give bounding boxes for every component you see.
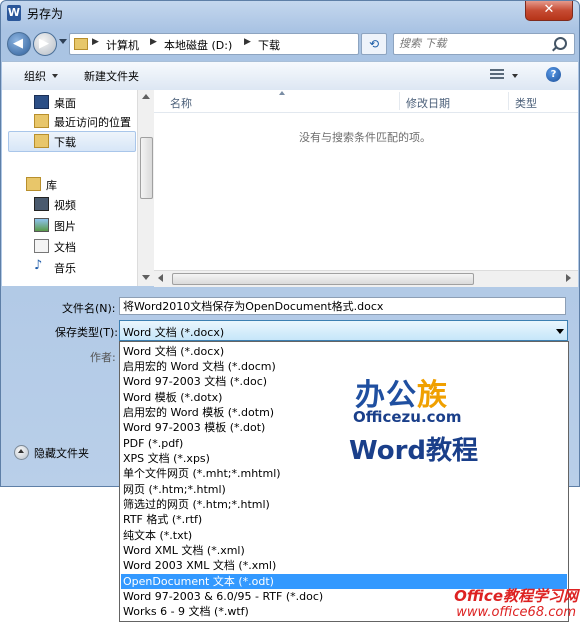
- collapse-icon: [14, 445, 29, 460]
- breadcrumb-separator[interactable]: ▶: [150, 37, 157, 47]
- sidebar-item-label: 桌面: [54, 97, 76, 110]
- library-icon: [26, 177, 41, 191]
- sidebar-item-label: 下载: [54, 136, 76, 149]
- sidebar-item-label: 图片: [54, 220, 76, 233]
- sidebar-item-label: 音乐: [54, 262, 76, 275]
- pictures-icon: [34, 218, 49, 232]
- scroll-right-icon[interactable]: [566, 274, 571, 282]
- back-button[interactable]: ◀: [7, 32, 31, 56]
- site-watermark-url: www.office68.com: [456, 605, 576, 620]
- chevron-down-icon[interactable]: [52, 74, 58, 78]
- sidebar-item-videos[interactable]: 视频: [8, 194, 134, 213]
- author-label: 作者:: [90, 351, 116, 364]
- view-options-icon[interactable]: [490, 69, 504, 81]
- breadcrumb-computer[interactable]: 计算机: [106, 37, 139, 53]
- filetype-option[interactable]: 筛选过的网页 (*.htm;*.html): [121, 497, 567, 512]
- nav-pane-scrollbar[interactable]: [137, 90, 154, 286]
- column-header-type[interactable]: 类型: [515, 95, 537, 111]
- breadcrumb-local-disk[interactable]: 本地磁盘 (D:): [164, 37, 232, 53]
- file-list-pane: 名称 修改日期 类型 没有与搜索条件匹配的项。: [154, 90, 578, 287]
- scroll-left-icon[interactable]: [158, 274, 163, 282]
- window-title: 另存为: [27, 7, 64, 21]
- filetype-option[interactable]: 网页 (*.htm;*.html): [121, 482, 567, 497]
- hide-folders-label: 隐藏文件夹: [34, 447, 89, 460]
- search-box[interactable]: [393, 33, 575, 55]
- officezu-watermark-logo: 办公族 Officezu.com Word教程: [343, 370, 478, 470]
- back-arrow-icon: ◀: [13, 36, 23, 51]
- site-watermark-title: Office教程学习网: [454, 587, 578, 605]
- refresh-button[interactable]: ⟲: [361, 33, 387, 55]
- column-header-name[interactable]: 名称: [170, 95, 192, 111]
- filename-field[interactable]: [119, 297, 566, 315]
- navigation-pane: 桌面 最近访问的位置 下载 库 视频 图片 文档 ♪ 音乐: [2, 90, 154, 286]
- recent-places-icon: [34, 114, 49, 128]
- new-folder-button[interactable]: 新建文件夹: [84, 68, 139, 84]
- breadcrumb-separator[interactable]: ▶: [244, 37, 251, 47]
- sidebar-item-label: 文档: [54, 241, 76, 254]
- toolbar: 组织 新建文件夹 ?: [2, 61, 578, 91]
- downloads-icon: [34, 134, 49, 148]
- breadcrumb-downloads[interactable]: 下载: [258, 37, 280, 53]
- sidebar-item-downloads[interactable]: 下载: [8, 131, 136, 152]
- breadcrumb-separator[interactable]: ▶: [92, 37, 99, 47]
- forward-arrow-icon: ▶: [39, 36, 49, 51]
- logo-word-tutorial: Word教程: [349, 436, 479, 466]
- sidebar-item-desktop[interactable]: 桌面: [8, 92, 134, 111]
- sidebar-item-pictures[interactable]: 图片: [8, 215, 134, 234]
- sidebar-item-libraries[interactable]: 库: [8, 174, 134, 193]
- word-app-icon: W: [7, 5, 21, 21]
- sidebar-item-label: 库: [46, 179, 57, 192]
- column-header-row: 名称 修改日期 类型: [154, 90, 578, 113]
- file-list-horizontal-scrollbar[interactable]: [154, 270, 578, 287]
- browser-content: 桌面 最近访问的位置 下载 库 视频 图片 文档 ♪ 音乐 名称 修改日期 类型…: [2, 90, 578, 287]
- address-bar[interactable]: ▶ 计算机 ▶ 本地磁盘 (D:) ▶ 下载: [69, 33, 418, 55]
- filetype-option[interactable]: 纯文本 (*.txt): [121, 528, 567, 543]
- site-watermark: Office教程学习网 www.office68.com: [436, 585, 580, 625]
- desktop-icon: [34, 95, 49, 109]
- chevron-down-icon[interactable]: [556, 329, 564, 334]
- recent-pages-dropdown-icon[interactable]: [59, 39, 67, 44]
- organize-button[interactable]: 组织: [24, 68, 46, 84]
- close-button[interactable]: ✕: [525, 1, 573, 21]
- scrollbar-thumb[interactable]: [140, 137, 153, 199]
- videos-icon: [34, 197, 49, 211]
- help-icon[interactable]: ?: [546, 67, 561, 82]
- filetype-select[interactable]: Word 文档 (*.docx): [119, 320, 568, 341]
- column-divider[interactable]: [508, 92, 509, 110]
- column-divider[interactable]: [399, 92, 400, 110]
- documents-icon: [34, 239, 49, 253]
- sidebar-item-label: 视频: [54, 199, 76, 212]
- sort-ascending-icon: [279, 91, 285, 95]
- sidebar-item-documents[interactable]: 文档: [8, 236, 134, 255]
- filetype-option[interactable]: RTF 格式 (*.rtf): [121, 512, 567, 527]
- scrollbar-thumb[interactable]: [172, 273, 474, 285]
- column-header-modified[interactable]: 修改日期: [406, 95, 450, 111]
- filetype-option[interactable]: Word XML 文档 (*.xml): [121, 543, 567, 558]
- logo-domain: Officezu.com: [353, 408, 462, 426]
- filetype-label: 保存类型(T):: [55, 326, 119, 339]
- folder-icon: [74, 38, 88, 50]
- forward-button[interactable]: ▶: [33, 32, 57, 56]
- filename-label: 文件名(N):: [62, 302, 116, 315]
- scroll-up-icon[interactable]: [142, 94, 150, 99]
- search-input[interactable]: [399, 36, 549, 51]
- title-bar[interactable]: W 另存为 ✕: [1, 1, 579, 25]
- chevron-down-icon[interactable]: [512, 74, 518, 78]
- music-icon: ♪: [34, 258, 43, 273]
- scroll-down-icon[interactable]: [142, 275, 150, 280]
- empty-folder-message: 没有与搜索条件匹配的项。: [299, 131, 431, 144]
- sidebar-item-recent-places[interactable]: 最近访问的位置: [8, 111, 134, 130]
- sidebar-item-label: 最近访问的位置: [54, 116, 131, 129]
- sidebar-item-music[interactable]: ♪ 音乐: [8, 257, 134, 276]
- filetype-option[interactable]: Word 文档 (*.docx): [121, 344, 567, 359]
- filetype-option[interactable]: Word 2003 XML 文档 (*.xml): [121, 558, 567, 573]
- filetype-selected-value: Word 文档 (*.docx): [123, 326, 225, 339]
- search-icon[interactable]: [554, 37, 567, 50]
